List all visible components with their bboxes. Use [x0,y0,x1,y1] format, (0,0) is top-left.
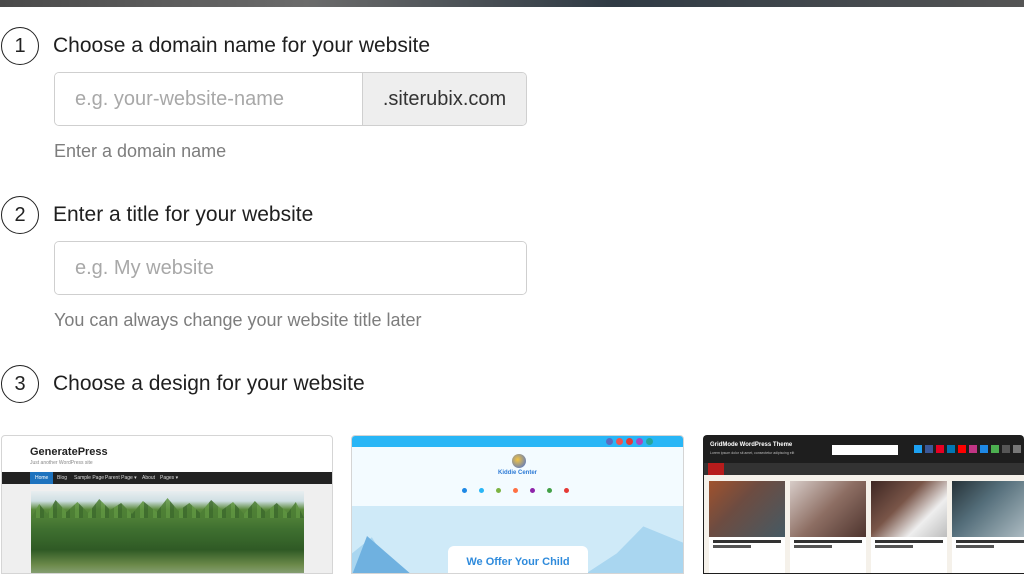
design-nav-bar: Home Blog Sample Page Parent Page ▾ Abou… [2,472,332,484]
design-social-icons [606,438,653,445]
design-brand-name: GeneratePress [30,446,108,458]
design-nav-bar [704,463,1024,475]
design-nav-item: Parent Page ▾ [105,475,137,481]
header-image-strip [0,0,1024,7]
design-menu-icons [462,488,569,493]
step-title: Choose a design for your website [53,372,365,395]
design-nav-item: Blog [57,475,68,481]
design-tagline: Lorem ipsum dolor sit amet, consectetur … [710,451,795,455]
step-number-badge: 1 [1,27,39,65]
design-hero-card: We Offer Your Child [448,546,588,573]
design-nav-item: Pages ▾ [160,475,179,481]
design-nav-item: Home [30,472,54,484]
design-post-card [790,481,866,573]
design-post-card [952,481,1024,573]
design-logo-icon [512,454,526,468]
title-input-group [54,241,527,295]
domain-name-input[interactable] [55,73,362,125]
domain-suffix: .siterubix.com [362,73,526,125]
design-post-card [709,481,785,573]
website-title-input[interactable] [55,242,526,294]
step-number-badge: 2 [1,196,39,234]
design-tagline: Just another WordPress site [30,460,93,466]
design-brand-name: GridMode WordPress Theme [710,442,793,448]
design-search-box [832,445,898,455]
step-title: Enter a title for your website [53,203,314,226]
design-post-card [871,481,947,573]
domain-helper-text: Enter a domain name [54,141,227,161]
design-hero-text: We Offer Your Child [466,556,570,568]
title-helper-text: You can always change your website title… [54,310,422,330]
step-title: Choose a domain name for your website [53,34,431,57]
design-card-gridmode[interactable]: GridMode WordPress Theme Lorem ipsum dol… [703,435,1024,574]
design-social-icons [914,445,1021,453]
design-brand-name: Kiddie Center [497,470,537,476]
design-card-generatepress[interactable]: GeneratePress Just another WordPress sit… [1,435,333,574]
step-number-badge: 3 [1,365,39,403]
design-top-bar [352,436,683,447]
design-nav-item: About [142,475,156,481]
domain-input-group: .siterubix.com [54,72,527,126]
design-nav-home [708,463,724,475]
design-card-kiddie-center[interactable]: Kiddie Center We Offer Your Child [351,435,684,574]
design-nav-item: Sample Page [74,475,105,481]
